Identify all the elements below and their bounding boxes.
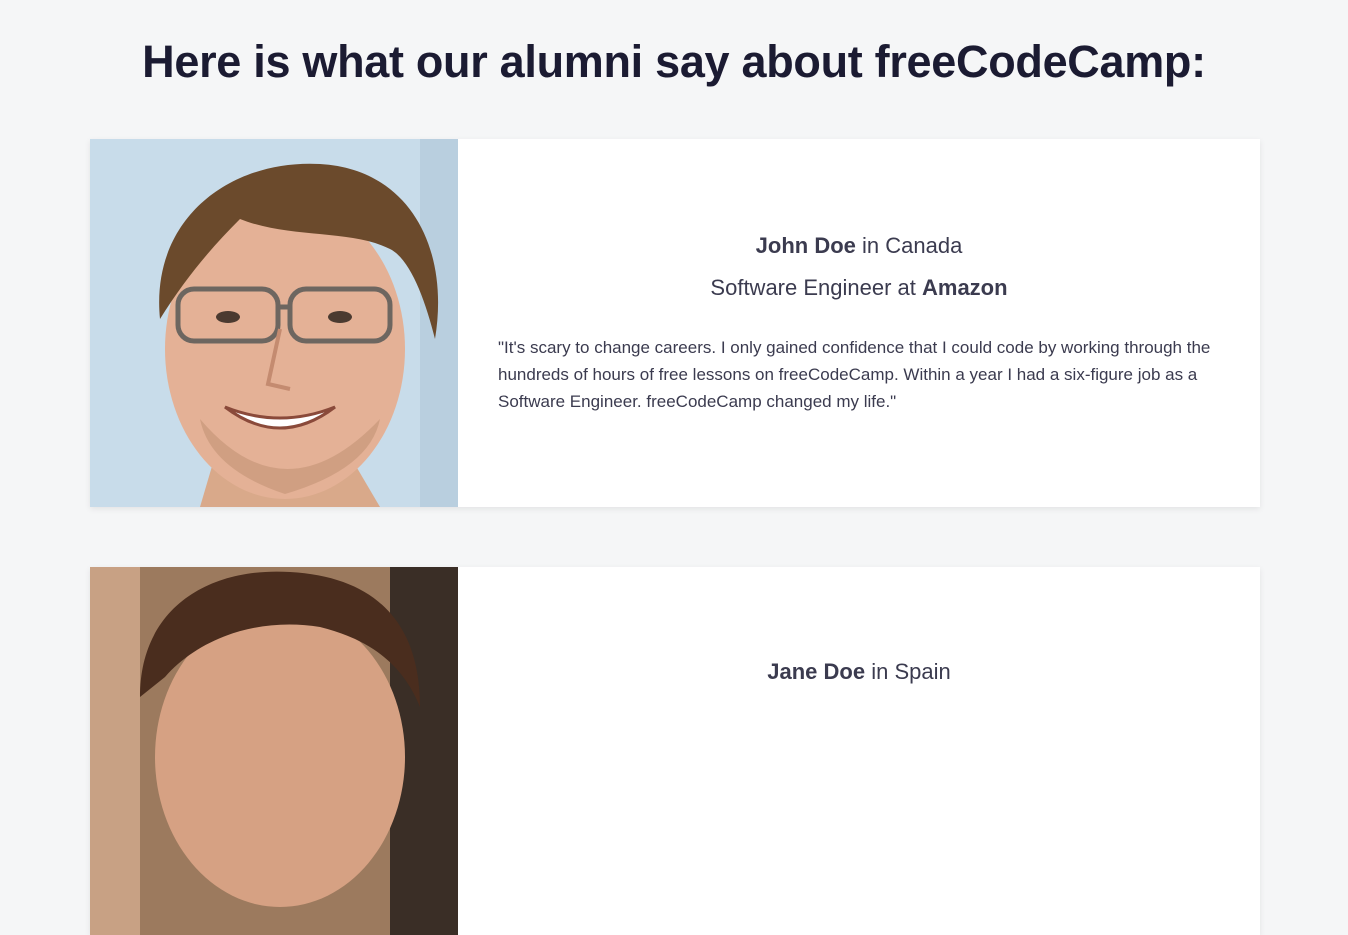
alumni-role: Software Engineer at Amazon: [458, 275, 1260, 301]
alumni-location: Spain: [894, 659, 951, 684]
alumni-photo: [90, 139, 458, 507]
location-prefix: in: [855, 233, 886, 258]
testimonial-quote: "It's scary to change careers. I only ga…: [498, 338, 1211, 411]
alumni-name-location: Jane Doe in Spain: [458, 659, 1260, 685]
alumni-name: Jane Doe: [767, 659, 866, 684]
role-title: Software Engineer at: [710, 275, 922, 300]
alumni-name: John Doe: [755, 233, 856, 258]
testimonial-card: John Doe in Canada Software Engineer at …: [90, 139, 1260, 507]
alumni-name-location: John Doe in Canada: [458, 233, 1260, 259]
location-prefix: in: [865, 659, 895, 684]
alumni-company: Amazon: [922, 275, 1008, 300]
testimonial-content: John Doe in Canada Software Engineer at …: [458, 139, 1260, 507]
alumni-location: Canada: [885, 233, 963, 258]
alumni-photo: [90, 567, 458, 935]
testimonial-card: Jane Doe in Spain: [90, 567, 1260, 935]
section-heading: Here is what our alumni say about freeCo…: [142, 36, 1206, 87]
testimonial-content: Jane Doe in Spain: [458, 567, 1260, 935]
